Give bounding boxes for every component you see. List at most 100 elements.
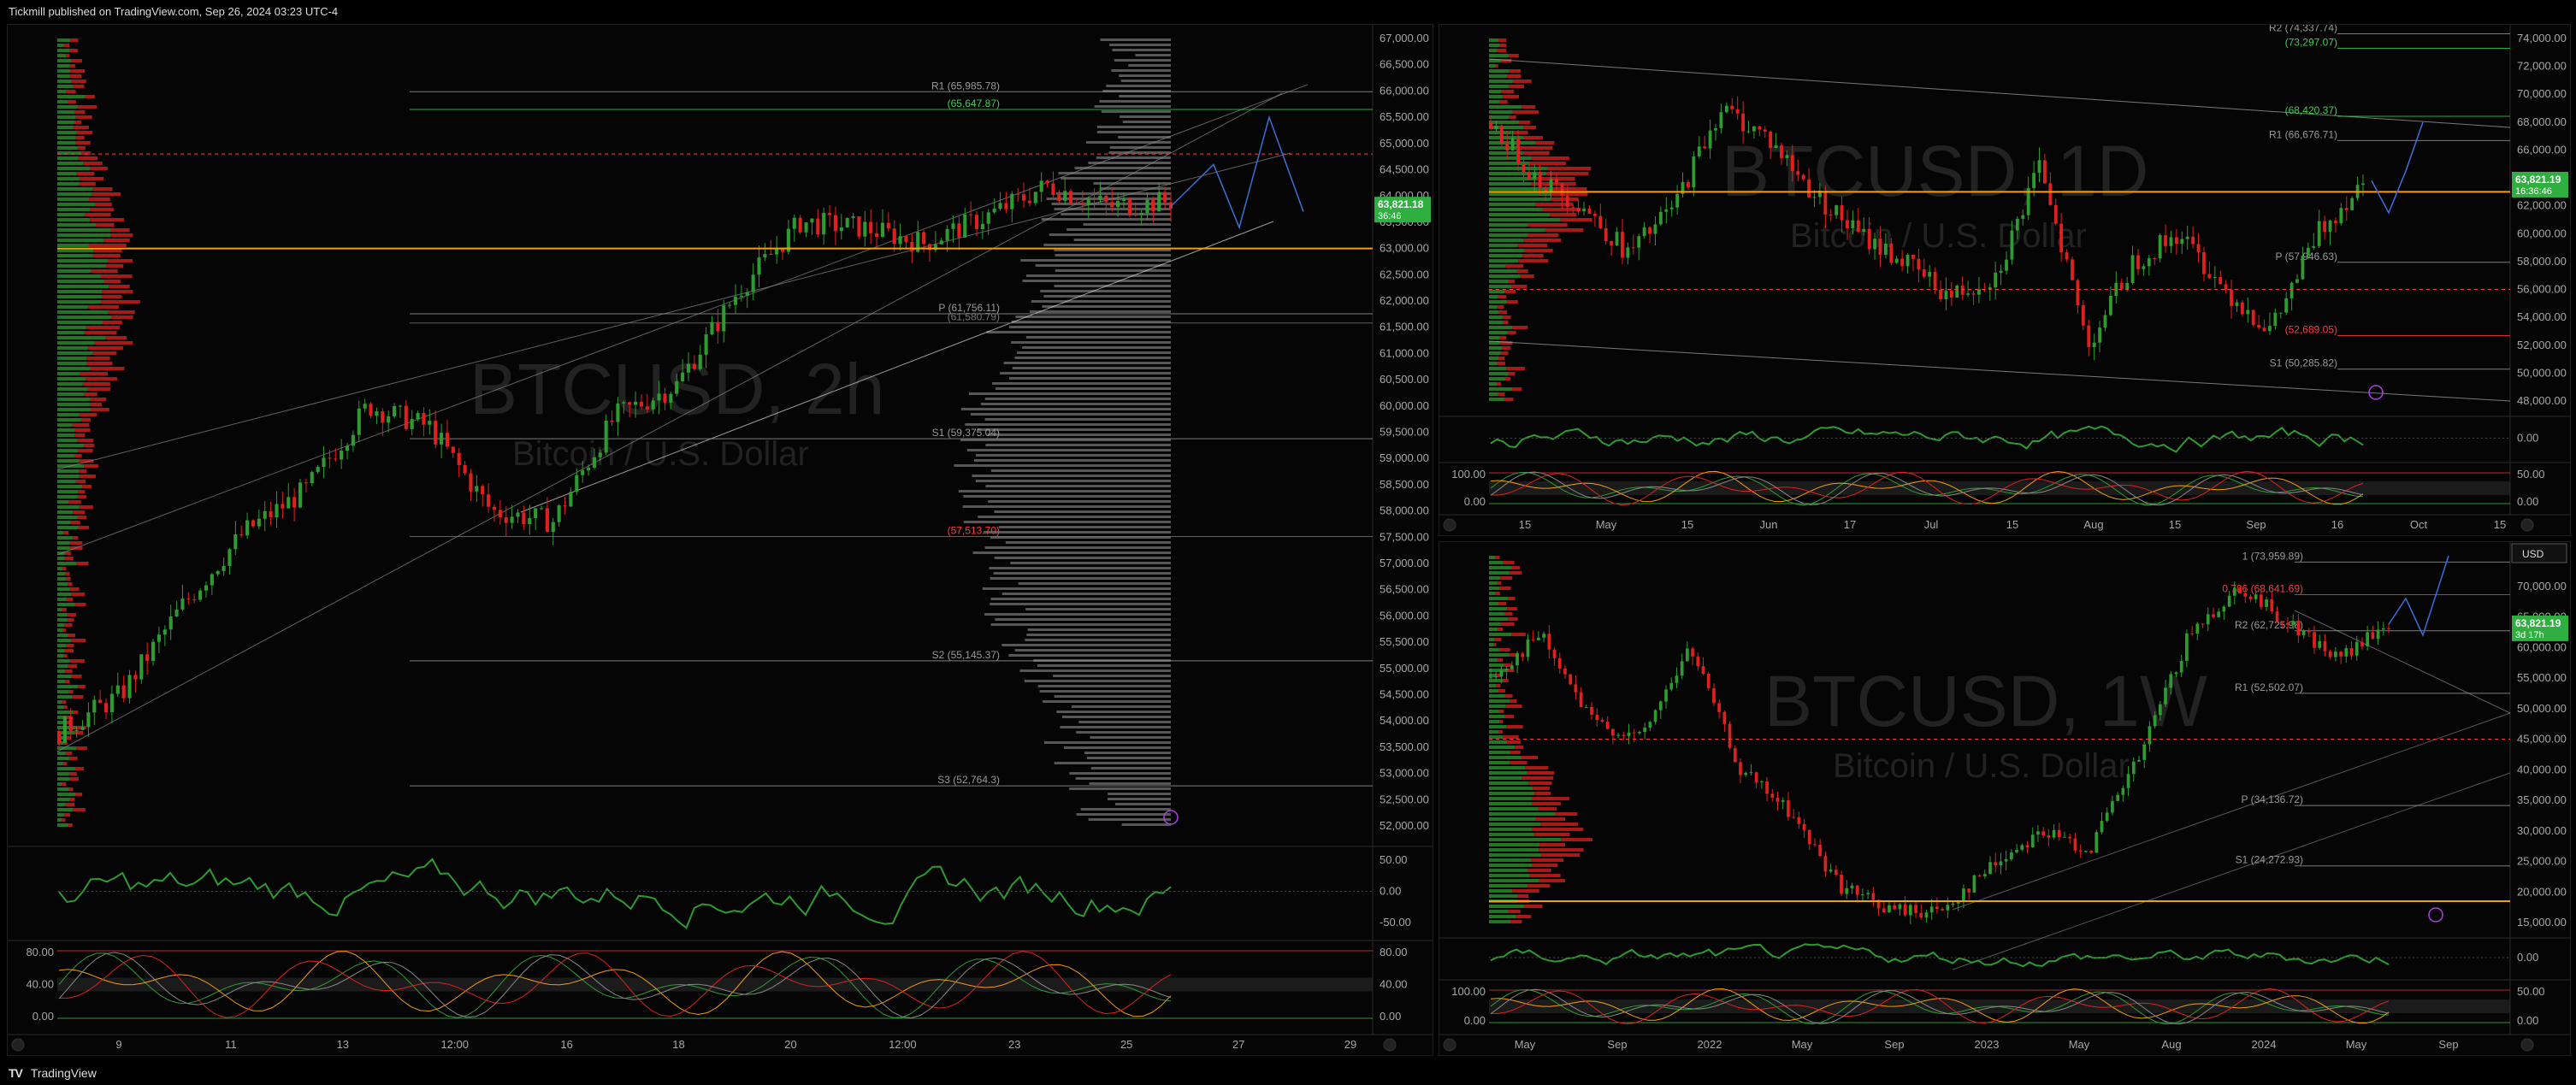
volume-profile-bar-up — [57, 64, 70, 68]
volume-profile-bar-up — [57, 290, 103, 293]
right-volume-profile-bar — [984, 418, 1171, 421]
candle-body — [1924, 912, 1929, 918]
price-axis-tick: 53,000.00 — [1380, 767, 1429, 780]
level-label: P (57,946.63) — [2276, 251, 2338, 262]
price-axis-tick: 52,000.00 — [2517, 339, 2567, 351]
auto-scale-button[interactable] — [1383, 1038, 1397, 1052]
right-volume-profile-bar — [975, 480, 1171, 482]
volume-profile-bar-down — [78, 526, 89, 529]
auto-scale-button[interactable] — [2520, 518, 2534, 532]
candle-body — [2224, 284, 2228, 291]
volume-profile-bar-down — [1538, 807, 1557, 811]
candle-body — [1552, 649, 1557, 658]
candle-body — [1571, 207, 1575, 209]
goto-date-button[interactable] — [1443, 518, 1456, 532]
chart-panel-1d[interactable]: BTCUSD, 1D Bitcoin / U.S. Dollar R2 (74,33… — [1439, 24, 2571, 536]
candle-body — [2387, 628, 2390, 629]
volume-profile-bar-down — [110, 233, 133, 237]
volume-profile-bar-down — [64, 557, 74, 560]
level-label: (68,420.37) — [2285, 104, 2337, 116]
lightning-icon[interactable] — [1163, 810, 1179, 825]
lightning-icon[interactable] — [2428, 907, 2443, 923]
candle-body — [1834, 870, 1838, 876]
candle-body — [792, 217, 796, 229]
candle-body — [710, 321, 714, 335]
chart-panel-1w[interactable]: BTCUSD, 1W Bitcoin / U.S. Dollar 1 (73,959… — [1439, 541, 2571, 1056]
oscillator-band — [1489, 481, 2510, 495]
candle-body — [1627, 732, 1631, 736]
chart-panel-2h[interactable]: BTCUSD, 2h Bitcoin / U.S. Dollar R1 (65,98… — [7, 24, 1433, 1056]
oscillator2-right-tick: 80.00 — [1380, 946, 1408, 958]
volume-profile-bar-up — [57, 408, 91, 411]
volume-profile-bar-down — [1525, 766, 1549, 770]
candle-body — [2005, 259, 2008, 271]
right-volume-profile-bar — [1114, 59, 1171, 62]
candle-body — [2260, 594, 2263, 607]
candle-body — [1835, 205, 1839, 215]
candle-body — [2111, 800, 2114, 813]
volume-profile-bar-down — [103, 239, 130, 242]
right-volume-profile-bar — [1012, 367, 1171, 369]
volume-profile-bar-down — [1533, 787, 1550, 790]
volume-profile-bar-up — [57, 623, 65, 627]
volume-profile-bar-up — [57, 587, 70, 591]
description-watermark: Bitcoin / U.S. Dollar — [1833, 747, 2130, 785]
level-label: (61,580.79) — [948, 311, 1000, 323]
volume-profile-bar-down — [1497, 49, 1507, 52]
volume-profile-bar-up — [1489, 156, 1532, 160]
candle-body — [1157, 192, 1161, 212]
chart-svg-1d[interactable]: BTCUSD, 1D Bitcoin / U.S. Dollar R2 (74,33… — [1439, 25, 2570, 535]
volume-profile-bar-up — [57, 495, 78, 498]
volume-profile-bar-down — [1502, 346, 1511, 350]
auto-scale-button[interactable] — [2520, 1038, 2534, 1052]
currency-label[interactable]: USD — [2522, 548, 2544, 560]
volume-profile-bar-up — [57, 485, 83, 488]
candle-body — [586, 468, 591, 471]
candle-body — [1714, 127, 1717, 131]
volume-profile-bar-down — [1522, 151, 1550, 155]
candle-body — [2296, 621, 2301, 635]
chart-svg-1w[interactable]: BTCUSD, 1W Bitcoin / U.S. Dollar 1 (73,959… — [1439, 542, 2570, 1055]
volume-profile-bar-up — [1489, 761, 1510, 764]
candle-body — [192, 599, 197, 600]
chart-svg-2h[interactable]: BTCUSD, 2hBitcoin / U.S. DollarR1 (65,98… — [8, 25, 1433, 1055]
candle-body — [345, 445, 350, 451]
right-volume-profile-bar — [1031, 300, 1171, 303]
volume-profile-bar-up — [57, 295, 102, 298]
candle-body — [1883, 243, 1888, 255]
candle-body — [892, 228, 896, 245]
volume-profile-bar-down — [73, 510, 86, 514]
candle-body — [210, 574, 214, 586]
volume-profile-bar-up — [57, 141, 76, 144]
candle-body — [2073, 838, 2077, 851]
price-axis-tick: 50,000.00 — [2517, 366, 2567, 379]
candle-body — [2180, 239, 2184, 245]
goto-date-button[interactable] — [11, 1038, 25, 1052]
candle-body — [1642, 227, 1646, 237]
volume-profile-bar-up — [1489, 269, 1517, 273]
candle-body — [1846, 220, 1849, 229]
volume-profile-bar-down — [1500, 622, 1515, 626]
volume-profile-bar-down — [90, 398, 107, 401]
volume-profile-bar-up — [1489, 172, 1546, 175]
right-volume-profile-bar — [1025, 608, 1171, 610]
candle-body — [1016, 193, 1020, 195]
candle-body — [622, 402, 626, 404]
candle-body — [2207, 274, 2212, 279]
volume-profile-bar-up — [1489, 300, 1508, 304]
right-volume-profile-bar — [978, 428, 1171, 431]
candle-body — [2020, 845, 2024, 850]
time-axis-tick: Jul — [1924, 518, 1939, 531]
candle-body — [1151, 199, 1155, 212]
right-volume-profile-bar — [1112, 49, 1171, 51]
volume-profile-bar-up — [57, 315, 112, 319]
description-watermark: Bitcoin / U.S. Dollar — [1790, 217, 2087, 255]
volume-profile-bar-down — [1495, 684, 1501, 687]
goto-date-button[interactable] — [1443, 1038, 1456, 1052]
price-axis-tick: 62,000.00 — [2517, 199, 2567, 212]
candle-body — [898, 236, 902, 245]
volume-profile-bar-down — [68, 690, 74, 693]
volume-profile-bar-up — [1489, 244, 1518, 247]
volume-profile-bar-up — [1489, 249, 1525, 252]
volume-profile-bar-up — [1489, 607, 1508, 610]
